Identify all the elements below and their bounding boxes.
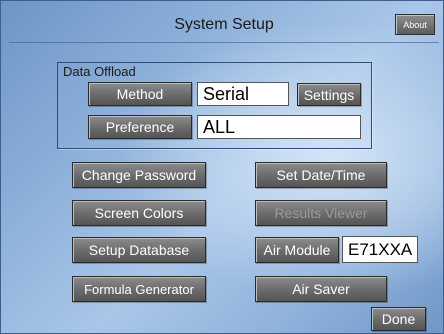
air-module-button[interactable]: Air Module	[255, 237, 339, 263]
system-setup-screen: System Setup About Data Offload Method S…	[0, 0, 444, 334]
setup-database-button[interactable]: Setup Database	[72, 237, 206, 263]
page-title: System Setup	[174, 16, 274, 33]
preference-button[interactable]: Preference	[88, 115, 192, 139]
screen-colors-button[interactable]: Screen Colors	[72, 200, 206, 226]
results-viewer-button: Results Viewer	[255, 200, 387, 226]
change-password-button[interactable]: Change Password	[72, 162, 206, 188]
done-button[interactable]: Done	[371, 307, 426, 331]
method-button[interactable]: Method	[88, 82, 192, 106]
method-field[interactable]: Serial	[197, 82, 289, 106]
data-offload-label: Data Offload	[63, 64, 136, 79]
set-date-time-button[interactable]: Set Date/Time	[255, 162, 387, 188]
preference-field[interactable]: ALL	[197, 115, 361, 139]
air-module-field[interactable]: E71XXA	[342, 236, 418, 263]
settings-button[interactable]: Settings	[297, 83, 361, 106]
air-saver-button[interactable]: Air Saver	[255, 276, 387, 302]
title-bar: System Setup About	[9, 7, 439, 43]
about-button[interactable]: About	[395, 14, 435, 35]
formula-generator-button[interactable]: Formula Generator	[72, 276, 206, 302]
